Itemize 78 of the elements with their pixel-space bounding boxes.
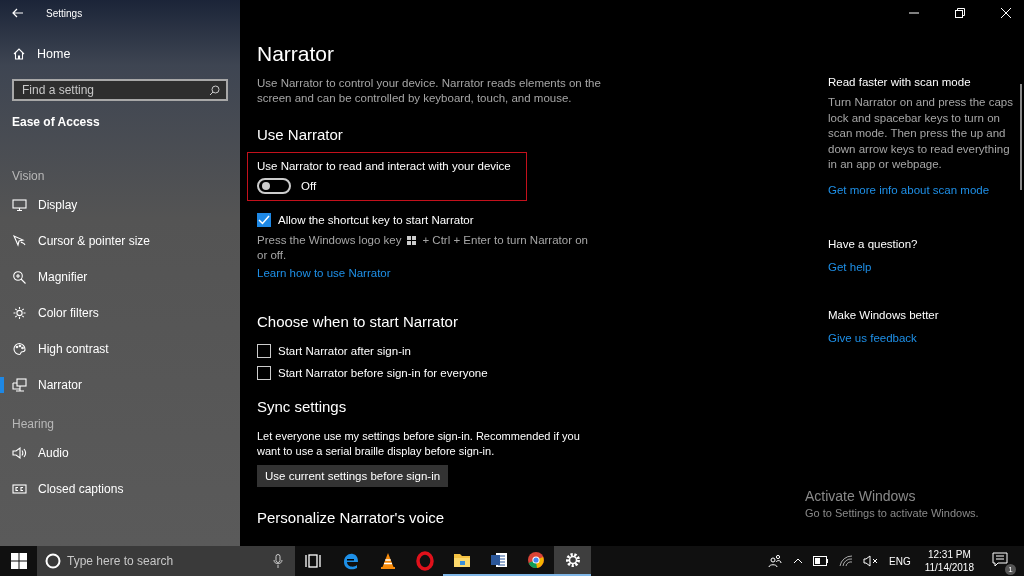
toggle-switch[interactable] [257,178,291,194]
aside-heading: Have a question? [828,237,919,250]
windows-logo-icon [10,553,27,569]
captions-icon [12,482,27,496]
toggle-label: Use Narrator to read and interact with your device [257,160,512,172]
page-title: Narrator [257,42,336,66]
group-heading: Hearing [11,416,56,433]
nav-item[interactable]: Color filters [0,295,240,331]
category-title: Ease of Access [11,114,101,131]
aside-text: Turn Narrator on and press the caps lock and spacebar keys to turn on scan mode. Then press the up and down arrow keys to read everything in an app or webpage. [828,95,1013,172]
hint-text: or off. [257,248,287,263]
clock-time[interactable]: 12:31 PM [927,548,971,561]
clock-date[interactable]: 11/14/2018 [924,561,974,574]
search-icon [209,85,220,96]
sun-icon [12,306,27,320]
checkbox-label: Start Narrator before sign-in for everyone [278,367,488,379]
section-heading: Personalize Narrator's voice [257,509,446,526]
word-icon [488,550,509,570]
close-icon[interactable] [1001,8,1011,18]
section-heading: Use Narrator [257,126,344,143]
toggle-state: Off [301,180,317,192]
nav-item[interactable]: Cursor & pointer size [0,223,240,259]
back-icon[interactable] [12,8,24,18]
section-heading: Choose when to start Narrator [257,313,459,330]
cursor-icon [12,234,27,248]
restore-icon[interactable] [955,8,965,18]
hint-text: Press the Windows logo key [257,233,402,248]
nav-item[interactable]: Magnifier [0,259,240,295]
search-field[interactable]: Find a setting [12,79,228,101]
scrollbar[interactable] [1020,84,1022,190]
people-icon[interactable] [767,553,783,569]
checkbox[interactable] [257,366,271,380]
sync-text: Let everyone use my settings before sign-in. Recommended if you want to use a serial braille display before sign-in. [257,429,581,459]
nav-item[interactable]: Display [0,187,240,223]
checkbox-label: Allow the shortcut key to start Narrator [278,214,474,226]
activation-text: Go to Settings to activate Windows. [805,507,979,519]
nav-item[interactable]: Audio [0,435,240,471]
battery-icon[interactable] [813,556,829,566]
window-title: Settings [46,7,83,19]
taskbar-search-field[interactable]: Type here to search [37,546,295,576]
windows-logo-icon [407,236,417,245]
speaker-icon [12,446,27,460]
chrome-icon [525,550,546,570]
home-link[interactable]: Home [0,36,240,72]
help-link[interactable]: Learn how to use Narrator [257,267,391,279]
group-heading: Vision [11,168,46,185]
checkbox[interactable] [257,344,271,358]
chevron-up-icon[interactable] [793,558,803,564]
opera-icon [414,551,435,571]
aside-heading: Read faster with scan mode [828,76,972,88]
hint-text: + Ctrl + Enter to turn Narrator on [422,233,588,248]
activation-title: Activate Windows [805,488,917,504]
palette-icon [12,342,27,356]
nav-item[interactable]: High contrast [0,331,240,367]
section-heading: Sync settings [257,398,348,415]
cortana-icon [45,553,61,569]
volume-muted-icon[interactable] [863,555,879,567]
taskview-icon [303,551,324,571]
language-indicator[interactable]: ENG [889,555,911,567]
magnifier-icon [12,270,27,284]
aside-link[interactable]: Get help [828,260,872,273]
microphone-icon [273,554,283,568]
display-icon [12,198,27,212]
nav-item[interactable]: Narrator [0,367,240,403]
intro-text: Use Narrator to control your device. Narrator reads elements on the screen and can be controlled by keyboard, touch, and mouse. [257,76,602,106]
aside-link[interactable]: Get more info about scan mode [828,183,990,196]
aside-link[interactable]: Give us feedback [828,331,917,344]
checkbox[interactable] [257,213,271,227]
narrator-icon [12,378,27,392]
taskbar-gear-button[interactable] [554,546,591,576]
sync-button[interactable]: Use current settings before sign-in [257,465,449,487]
notifications-icon[interactable] [992,552,1010,568]
notification-count: 1 [1005,564,1016,575]
aside-heading: Make Windows better [828,308,940,321]
checkbox-label: Start Narrator after sign-in [278,345,411,357]
wifi-icon[interactable] [839,555,853,567]
nav-item[interactable]: Closed captions [0,471,240,507]
home-icon [12,47,26,61]
